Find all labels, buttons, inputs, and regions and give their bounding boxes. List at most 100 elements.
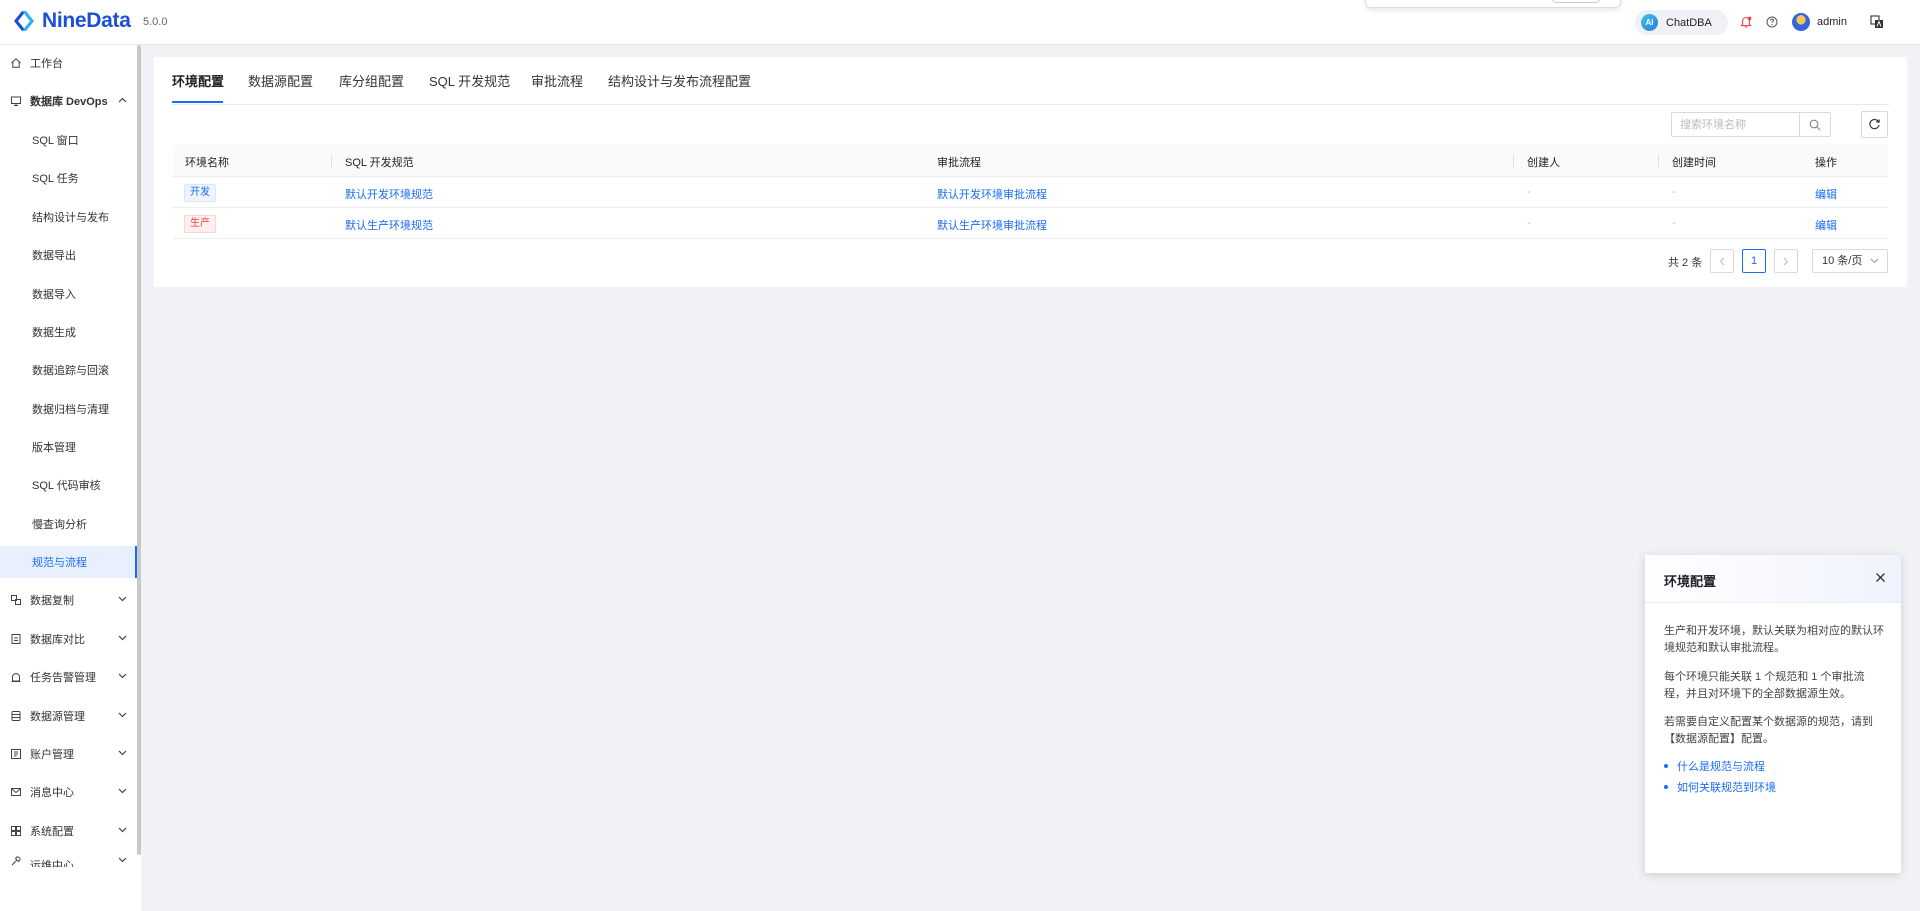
tab-datasource-config[interactable]: 数据源配置	[248, 71, 313, 90]
sidebar-item-datasource[interactable]: 数据源管理	[0, 700, 137, 732]
avatar[interactable]	[1792, 13, 1810, 31]
popover-button[interactable]	[1552, 0, 1600, 3]
table-row: 开发 默认开发环境规范 默认开发环境审批流程 - - 编辑	[173, 177, 1888, 208]
page-size-value: 10 条/页	[1822, 255, 1863, 267]
sidebar-item-messages[interactable]: 消息中心	[0, 776, 137, 808]
sidebar-item-workbench[interactable]: 工作台	[0, 47, 137, 79]
ninedata-logo[interactable]: NineData	[12, 9, 131, 33]
search-box	[1671, 112, 1831, 137]
ai-badge-icon: AI	[1641, 14, 1658, 31]
next-page-button[interactable]	[1774, 249, 1798, 273]
table-header: 环境名称 SQL 开发规范 审批流程 创建人 创建时间 操作	[173, 145, 1888, 177]
refresh-button[interactable]	[1861, 111, 1888, 138]
sidebar-item-data-tracking[interactable]: 数据追踪与回滚	[0, 354, 137, 386]
sidebar-item-sql-review[interactable]: SQL 代码审核	[0, 469, 137, 501]
column-divider[interactable]	[1513, 155, 1514, 167]
replication-icon	[11, 595, 21, 605]
sidebar-item-sql-window[interactable]: SQL 窗口	[0, 124, 137, 156]
edit-link[interactable]: 编辑	[1815, 186, 1837, 202]
sidebar-item-sql-task[interactable]: SQL 任务	[0, 162, 137, 194]
chevron-right-icon	[1783, 257, 1789, 265]
sidebar-item-account[interactable]: 账户管理	[0, 738, 137, 770]
col-sql-spec: SQL 开发规范	[345, 157, 414, 169]
table-row: 生产 默认生产环境规范 默认生产环境审批流程 - - 编辑	[173, 208, 1888, 239]
env-table: 环境名称 SQL 开发规范 审批流程 创建人 创建时间 操作 开发 默认开发环境…	[173, 145, 1888, 239]
tab-db-group-config[interactable]: 库分组配置	[339, 71, 404, 90]
flow-link[interactable]: 默认生产环境审批流程	[937, 217, 1047, 233]
alarm-icon	[11, 672, 21, 682]
help-link-how-to-associate[interactable]: 如何关联规范到环境	[1664, 779, 1776, 795]
spec-link[interactable]: 默认生产环境规范	[345, 217, 433, 233]
bell-icon[interactable]	[1738, 14, 1754, 30]
creator-cell: -	[1527, 186, 1531, 198]
search-button[interactable]	[1799, 113, 1830, 136]
sidebar-item-data-generation[interactable]: 数据生成	[0, 316, 137, 348]
sidebar-item-label: 账户管理	[30, 749, 74, 761]
sidebar-item-label: SQL 代码审核	[32, 480, 101, 492]
username[interactable]: admin	[1817, 16, 1847, 28]
sidebar-item-label: 慢查询分析	[32, 519, 87, 531]
tab-sql-dev-spec[interactable]: SQL 开发规范	[429, 71, 510, 90]
edit-link[interactable]: 编辑	[1815, 217, 1837, 233]
flow-link[interactable]: 默认开发环境审批流程	[937, 186, 1047, 202]
chevron-down-icon	[118, 712, 127, 718]
pagination-total: 共 2 条	[1668, 257, 1703, 269]
tab-schema-release-flow[interactable]: 结构设计与发布流程配置	[608, 71, 751, 90]
sidebar-item-spec-flow[interactable]: 规范与流程	[0, 546, 137, 578]
sidebar-scrollbar[interactable]	[137, 45, 141, 855]
sidebar-item-label: 数据库对比	[30, 634, 85, 646]
chevron-down-icon	[118, 750, 127, 756]
creator-cell: -	[1527, 217, 1531, 229]
home-icon	[11, 58, 21, 68]
search-input[interactable]	[1672, 113, 1799, 136]
devops-icon	[11, 96, 21, 106]
chevron-down-icon	[118, 788, 127, 794]
sidebar-item-schema-design[interactable]: 结构设计与发布	[0, 201, 137, 233]
chevron-down-icon	[118, 827, 127, 833]
tab-env-config[interactable]: 环境配置	[172, 71, 224, 90]
refresh-icon	[1869, 118, 1880, 130]
chatdba-button[interactable]: AI ChatDBA	[1635, 10, 1728, 35]
mail-icon	[11, 788, 21, 796]
sidebar-item-replication[interactable]: 数据复制	[0, 584, 137, 616]
col-creator: 创建人	[1527, 157, 1560, 169]
close-icon[interactable]	[1875, 572, 1886, 583]
help-circle-icon[interactable]	[1764, 14, 1780, 30]
sidebar-item-data-export[interactable]: 数据导出	[0, 239, 137, 271]
prev-page-button[interactable]	[1710, 249, 1734, 273]
sidebar-item-ops-center[interactable]: 运维中心	[0, 853, 137, 867]
sidebar-item-task-alarm[interactable]: 任务告警管理	[0, 661, 137, 693]
sidebar-item-data-import[interactable]: 数据导入	[0, 278, 137, 310]
column-divider[interactable]	[1658, 155, 1659, 167]
sidebar-item-label: 结构设计与发布	[32, 212, 109, 224]
tab-approval-flow[interactable]: 审批流程	[531, 71, 583, 90]
help-link-label: 如何关联规范到环境	[1677, 782, 1776, 794]
help-paragraph: 每个环境只能关联 1 个规范和 1 个审批流程，并且对环境下的全部数据源生效。	[1664, 671, 1865, 700]
compare-icon	[11, 634, 21, 644]
page-number-button[interactable]: 1	[1742, 249, 1766, 273]
sidebar-item-label: 任务告警管理	[30, 672, 96, 684]
datasource-icon	[11, 711, 21, 721]
chevron-down-icon	[118, 673, 127, 679]
sidebar-item-data-archive[interactable]: 数据归档与清理	[0, 393, 137, 425]
sidebar-item-label: 数据导入	[32, 289, 76, 301]
sidebar-item-label: 工作台	[30, 58, 63, 70]
translate-icon[interactable]	[1869, 14, 1885, 30]
help-link-what-is-spec[interactable]: 什么是规范与流程	[1664, 758, 1765, 774]
main-panel: 环境配置 数据源配置 库分组配置 SQL 开发规范 审批流程 结构设计与发布流程…	[154, 57, 1907, 287]
col-created-time: 创建时间	[1672, 157, 1716, 169]
sidebar-item-system-config[interactable]: 系统配置	[0, 815, 137, 847]
help-link-label: 什么是规范与流程	[1677, 761, 1765, 773]
sidebar-item-version-mgmt[interactable]: 版本管理	[0, 431, 137, 463]
sidebar-item-label: 数据生成	[32, 327, 76, 339]
version-label: 5.0.0	[143, 16, 168, 28]
created-time-cell: -	[1672, 186, 1676, 198]
page-size-select[interactable]: 10 条/页	[1812, 249, 1888, 273]
help-paragraph: 生产和开发环境，默认关联为相对应的默认环境规范和默认审批流程。	[1664, 625, 1884, 654]
sidebar-item-slow-query[interactable]: 慢查询分析	[0, 508, 137, 540]
spec-link[interactable]: 默认开发环境规范	[345, 186, 433, 202]
created-time-cell: -	[1672, 217, 1676, 229]
sidebar-item-db-compare[interactable]: 数据库对比	[0, 623, 137, 655]
sidebar-item-devops[interactable]: 数据库 DevOps	[0, 85, 137, 117]
column-divider[interactable]	[331, 155, 332, 167]
